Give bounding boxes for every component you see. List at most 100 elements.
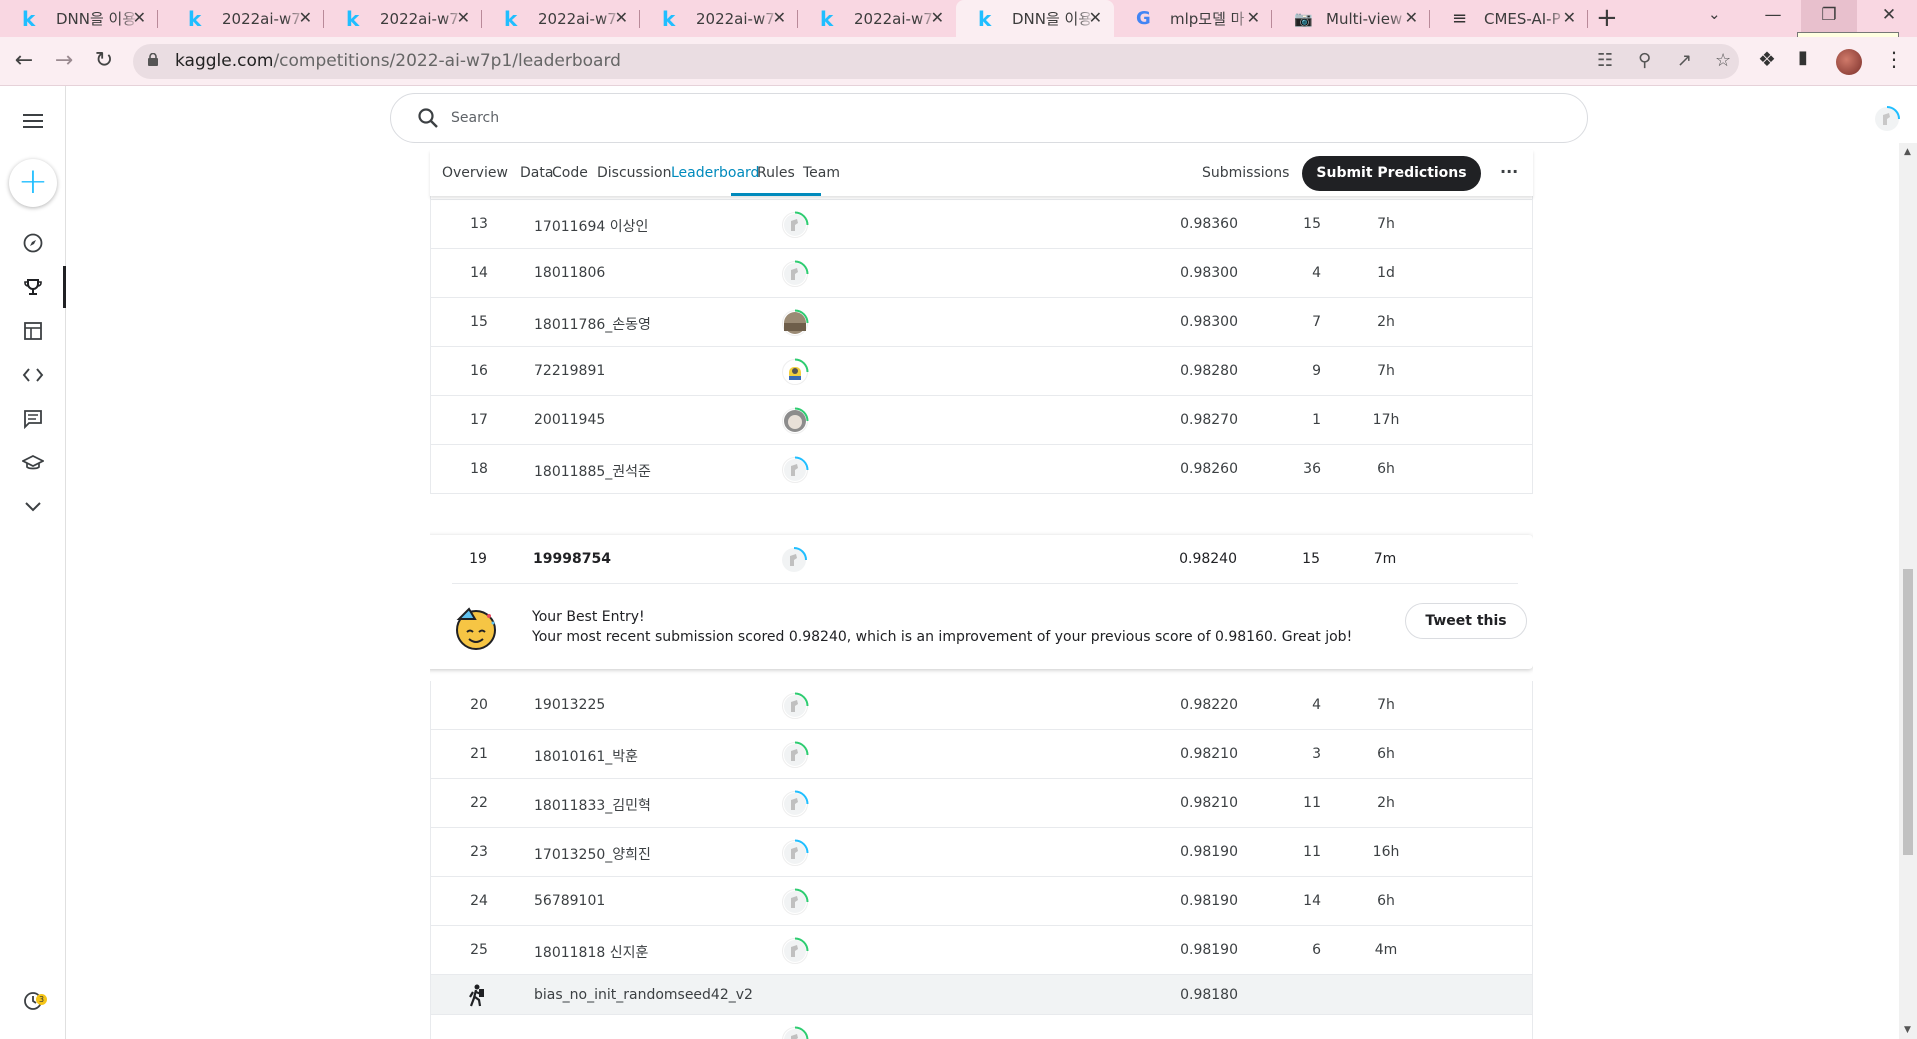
close-tab-icon[interactable]: ✕ [1247,8,1260,27]
table-row[interactable]: 17 20011945 0.98270 1 17h [430,396,1533,445]
browser-tab[interactable]: k 2022ai-w7- ✕ [324,0,482,37]
team-name[interactable]: bias_no_init_randomseed42_v2 [534,987,753,1003]
team-avatar[interactable] [780,691,810,725]
table-row[interactable]: 20 19013225 0.98220 4 7h [430,681,1533,730]
team-avatar[interactable] [780,1025,810,1039]
reload-icon[interactable]: ↻ [90,48,118,73]
browser-tab[interactable]: k 2022ai-w7- ✕ [640,0,798,37]
browser-tab[interactable]: k DNN을 이용 ✕ [956,0,1114,37]
browser-tab[interactable]: k 2022ai-w7- ✕ [166,0,324,37]
back-arrow-icon[interactable]: ← [10,48,38,73]
scroll-up-icon[interactable]: ▲ [1904,147,1911,157]
close-tab-icon[interactable]: ✕ [1089,8,1102,27]
menu-kebab-icon[interactable]: ⋮ [1884,47,1904,71]
table-row[interactable]: 22 18011833_김민혁 0.98210 11 2h [430,779,1533,828]
user-avatar-icon[interactable] [1873,105,1901,133]
team-name[interactable]: 18011806 [534,265,605,281]
chevron-down-icon[interactable] [18,492,48,522]
tab-leaderboard[interactable]: Leaderboard [671,165,759,181]
learn-cap-icon[interactable] [18,448,48,478]
code-icon[interactable] [18,360,48,390]
benchmark-row[interactable]: bias_no_init_randomseed42_v2 0.98180 [430,975,1533,1015]
team-name[interactable]: 19013225 [534,697,605,713]
close-tab-icon[interactable]: ✕ [133,8,146,27]
extensions-puzzle-icon[interactable]: ❖ [1758,47,1776,71]
tab-rules[interactable]: Rules [757,165,795,181]
scroll-down-icon[interactable]: ▼ [1904,1025,1911,1035]
browser-tab[interactable]: Gmlp모델 마 ✕ [1114,0,1272,37]
team-name[interactable]: 56789101 [534,893,605,909]
team-name[interactable]: 18011818 신지훈 [534,942,648,962]
close-tab-icon[interactable]: ✕ [615,8,628,27]
zoom-icon[interactable]: ⚲ [1638,50,1651,71]
close-window-button[interactable]: ✕ [1861,0,1917,32]
team-avatar[interactable] [780,406,810,440]
tab-overview[interactable]: Overview [442,165,508,181]
table-row[interactable]: 21 18010161_박훈 0.98210 3 6h [430,730,1533,779]
table-row[interactable]: 25 18011818 신지훈 0.98190 6 4m [430,926,1533,975]
team-name[interactable]: 18011833_김민혁 [534,795,651,815]
forward-arrow-icon[interactable]: → [50,48,78,73]
tab-team[interactable]: Team [803,165,840,181]
discussion-icon[interactable] [18,404,48,434]
close-tab-icon[interactable]: ✕ [299,8,312,27]
close-tab-icon[interactable]: ✕ [773,8,786,27]
browser-tab[interactable]: ≡ CMES-AI-P ✕ [1430,0,1588,37]
restore-button[interactable]: ❐ [1801,0,1857,32]
tab-discussion[interactable]: Discussion [597,165,671,181]
submissions-link[interactable]: Submissions [1202,165,1289,181]
trophy-icon[interactable] [18,272,48,302]
team-name[interactable]: 19998754 [533,551,611,567]
submit-predictions-button[interactable]: Submit Predictions [1302,156,1481,191]
team-avatar[interactable] [780,740,810,774]
page-scrollbar[interactable]: ▲ ▼ [1899,143,1917,1039]
hamburger-menu-icon[interactable] [18,106,48,136]
address-bar[interactable]: kaggle.com/competitions/2022-ai-w7p1/lea… [133,44,1739,79]
bookmark-star-icon[interactable]: ☆ [1715,50,1731,71]
team-avatar[interactable] [780,455,810,489]
new-tab-button[interactable]: + [1596,3,1618,33]
minimize-button[interactable]: — [1745,0,1801,32]
table-row[interactable]: 24 56789101 0.98190 14 6h [430,877,1533,926]
browser-tab[interactable]: k 2022ai-w7- ✕ [798,0,956,37]
table-row[interactable]: 16 72219891 0.98280 9 7h [430,347,1533,396]
table-row[interactable]: 15 18011786_손동영 0.98300 7 2h [430,298,1533,347]
browser-tab[interactable]: 📷 Multi-view ✕ [1272,0,1430,37]
team-avatar[interactable] [780,936,810,970]
create-plus-button[interactable]: + [9,159,57,207]
browser-tab[interactable]: k DNN을 이용 ✕ [0,0,158,37]
browser-tab[interactable]: k 2022ai-w7- ✕ [482,0,640,37]
table-icon[interactable] [18,316,48,346]
team-avatar[interactable] [779,545,809,579]
team-name[interactable]: 17011694 이상인 [534,216,648,236]
translate-icon[interactable]: ☷ [1597,50,1613,71]
close-tab-icon[interactable]: ✕ [457,8,470,27]
table-row[interactable]: 23 17013250_양희진 0.98190 11 16h [430,828,1533,877]
close-tab-icon[interactable]: ✕ [931,8,944,27]
team-avatar[interactable] [780,838,810,872]
profile-avatar[interactable] [1836,49,1862,75]
table-row-partial[interactable] [430,1015,1533,1039]
tab-search-chevron-icon[interactable]: ⌄ [1708,5,1721,23]
tweet-this-button[interactable]: Tweet this [1405,603,1527,639]
search-bar[interactable]: Search [390,93,1588,143]
compass-icon[interactable] [18,228,48,258]
team-avatar[interactable] [780,789,810,823]
tab-code[interactable]: Code [552,165,588,181]
team-name[interactable]: 18011885_권석준 [534,461,651,481]
team-name[interactable]: 17013250_양희진 [534,844,651,864]
scrollbar-thumb[interactable] [1903,569,1913,855]
table-row[interactable]: 18 18011885_권석준 0.98260 36 6h [430,445,1533,494]
table-row[interactable]: 13 17011694 이상인 0.98360 15 7h [430,200,1533,249]
share-icon[interactable]: ↗ [1677,50,1692,71]
table-row[interactable]: 14 18011806 0.98300 4 1d [430,249,1533,298]
close-tab-icon[interactable]: ✕ [1563,8,1576,27]
close-tab-icon[interactable]: ✕ [1405,8,1418,27]
team-name[interactable]: 20011945 [534,412,605,428]
team-name[interactable]: 18011786_손동영 [534,314,651,334]
tab-data[interactable]: Data [520,165,553,181]
team-avatar[interactable] [780,357,810,391]
team-avatar[interactable] [780,210,810,244]
team-avatar[interactable] [780,308,810,342]
team-avatar[interactable] [780,887,810,921]
